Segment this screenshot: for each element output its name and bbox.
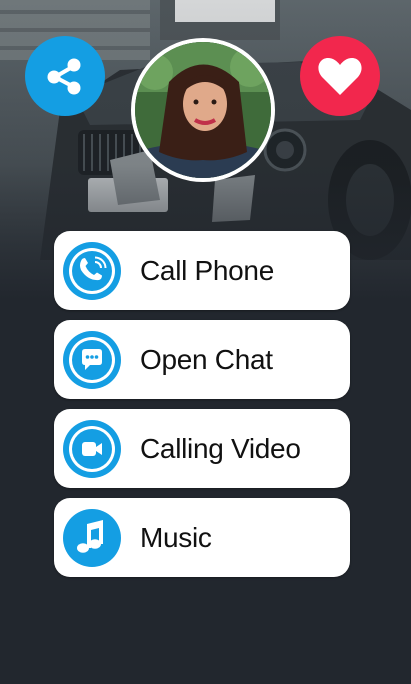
phone-call-icon: [62, 241, 122, 301]
menu-item-label: Open Chat: [140, 343, 273, 375]
app-screen: Call Phone Open Chat Calling Video Music: [0, 0, 411, 684]
video-camera-icon: [62, 419, 122, 479]
calling-video-button[interactable]: Calling Video: [54, 409, 350, 488]
open-chat-button[interactable]: Open Chat: [54, 320, 350, 399]
share-icon: [47, 58, 81, 95]
share-button[interactable]: [25, 36, 105, 116]
heart-icon: [318, 58, 362, 95]
music-button[interactable]: Music: [54, 498, 350, 577]
chat-icon: [62, 330, 122, 390]
menu-item-label: Music: [140, 521, 212, 553]
action-menu: Call Phone Open Chat Calling Video Music: [54, 231, 352, 587]
menu-item-label: Call Phone: [140, 254, 274, 286]
like-button[interactable]: [300, 36, 380, 116]
menu-item-label: Calling Video: [140, 432, 301, 464]
call-phone-button[interactable]: Call Phone: [54, 231, 350, 310]
music-note-icon: [62, 508, 122, 568]
profile-avatar: [131, 38, 275, 182]
